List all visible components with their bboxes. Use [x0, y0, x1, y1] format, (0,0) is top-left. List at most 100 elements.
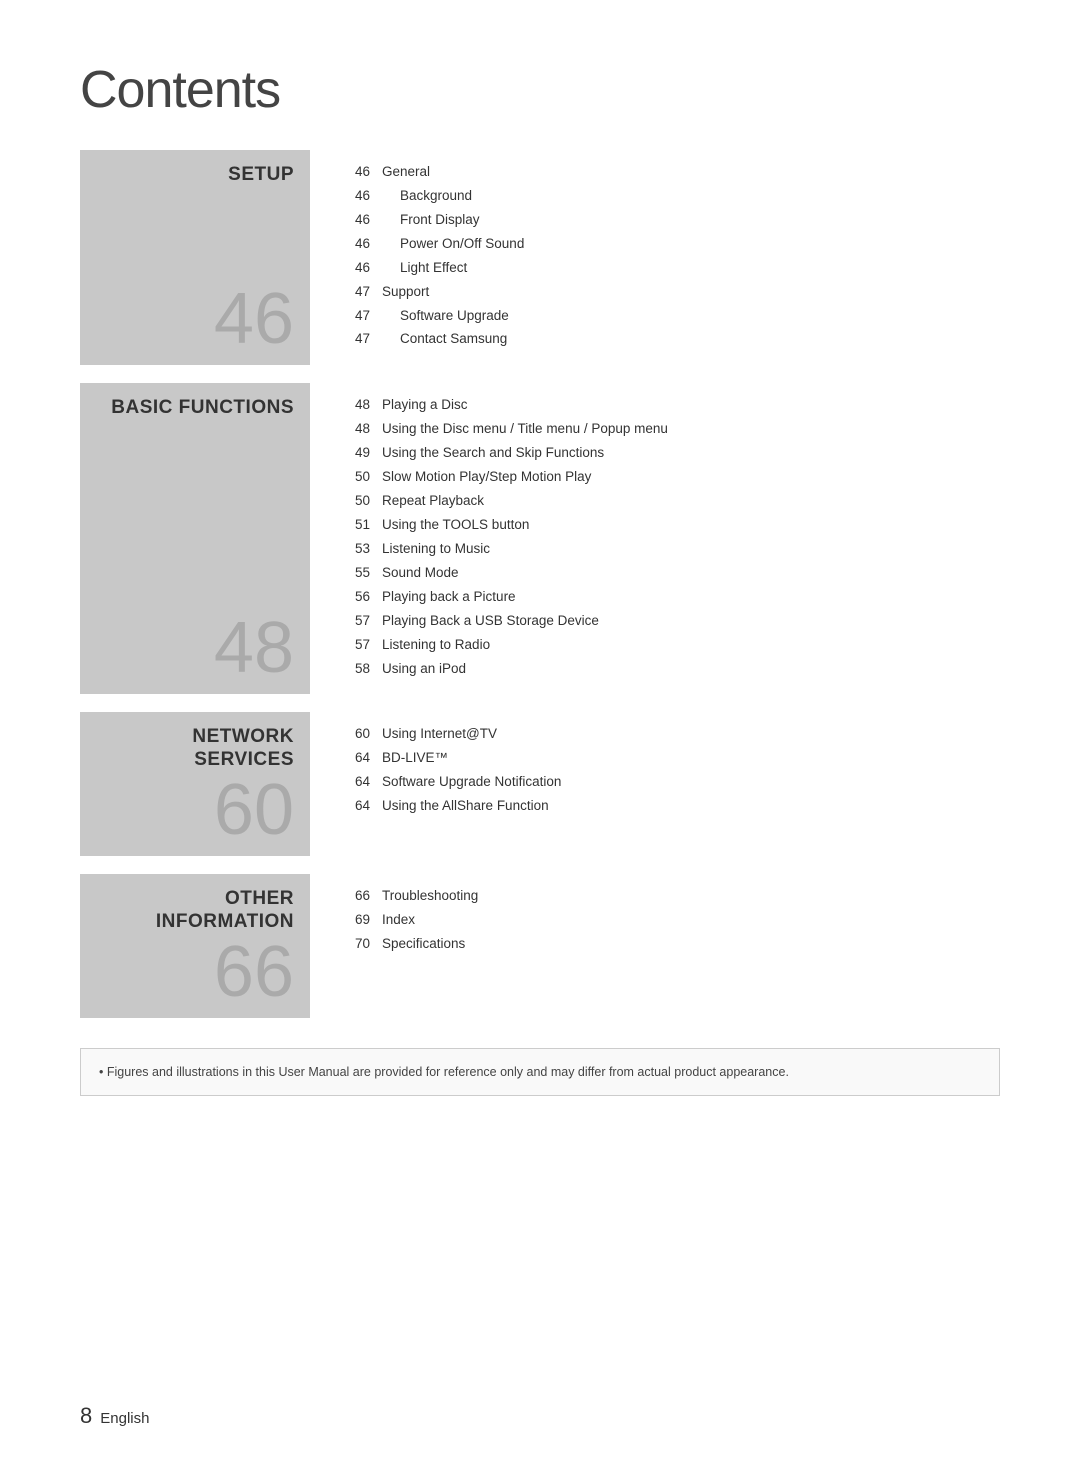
section-label-box-basic-functions: BASIC FUNCTIONS 48 [80, 383, 310, 694]
entry-text: Light Effect [382, 258, 467, 279]
entry-text: Using the Search and Skip Functions [382, 443, 604, 464]
entry-text: Power On/Off Sound [382, 234, 524, 255]
section-title-network-services: NETWORK SERVICES [90, 726, 294, 772]
entry-page-number: 57 [340, 635, 370, 656]
entry-row: 47 Support [340, 282, 1000, 303]
entry-text: Software Upgrade Notification [382, 772, 561, 793]
entry-row: 57 Listening to Radio [340, 635, 1000, 656]
page-title: Contents [80, 60, 1000, 120]
entry-row: 46 Power On/Off Sound [340, 234, 1000, 255]
entry-page-number: 46 [340, 186, 370, 207]
entry-page-number: 55 [340, 563, 370, 584]
entry-text: Using an iPod [382, 659, 466, 680]
entry-page-number: 60 [340, 724, 370, 745]
entry-text: Sound Mode [382, 563, 459, 584]
footer: 8 English [80, 1403, 149, 1429]
entry-row: 56Playing back a Picture [340, 587, 1000, 608]
footer-page-number: 8 [80, 1403, 92, 1429]
entry-text: General [382, 162, 430, 183]
entry-row: 53 Listening to Music [340, 539, 1000, 560]
section-entries-setup: 46General46Background46Front Display46Po… [310, 150, 1000, 365]
entry-row: 50 Repeat Playback [340, 491, 1000, 512]
footnote-box: • Figures and illustrations in this User… [80, 1048, 1000, 1097]
entry-page-number: 48 [340, 395, 370, 416]
entry-row: 60 Using Internet@TV [340, 724, 1000, 745]
entry-page-number: 64 [340, 772, 370, 793]
entry-page-number: 69 [340, 910, 370, 931]
entry-text: Using Internet@TV [382, 724, 497, 745]
entry-row: 57 Playing Back a USB Storage Device [340, 611, 1000, 632]
section-entries-network-services: 60 Using Internet@TV 64 BD-LIVE™ 64 Software … [310, 712, 1000, 856]
entry-row: 49 Using the Search and Skip Functions [340, 443, 1000, 464]
entry-text: Using the AllShare Function [382, 796, 549, 817]
entry-page-number: 47 [340, 282, 370, 303]
entry-page-number: 51 [340, 515, 370, 536]
entry-row: 64 BD-LIVE™ [340, 748, 1000, 769]
entry-page-number: 64 [340, 796, 370, 817]
entry-row: 66 Troubleshooting [340, 886, 1000, 907]
entry-page-number: 66 [340, 886, 370, 907]
entry-page-number: 47 [340, 329, 370, 350]
entry-text: Using the Disc menu / Title menu / Popup… [382, 419, 668, 440]
entry-text: Support [382, 282, 429, 303]
entry-page-number: 58 [340, 659, 370, 680]
entry-text: Specifications [382, 934, 465, 955]
entry-row: 48 Using the Disc menu / Title menu / Pop… [340, 419, 1000, 440]
section-title-setup: SETUP [228, 164, 294, 187]
section-label-box-other-information: OTHER INFORMATION66 [80, 874, 310, 1018]
entry-text: Contact Samsung [382, 329, 507, 350]
entry-page-number: 46 [340, 162, 370, 183]
entry-row: 70Specifications [340, 934, 1000, 955]
entry-row: 50 Slow Motion Play/Step Motion Play [340, 467, 1000, 488]
toc-section-other-information: OTHER INFORMATION6666Troubleshooting69In… [80, 874, 1000, 1018]
entry-row: 64 Using the AllShare Function [340, 796, 1000, 817]
entry-row: 69 Index [340, 910, 1000, 931]
entry-page-number: 64 [340, 748, 370, 769]
entry-page-number: 46 [340, 234, 370, 255]
entry-text: Listening to Music [382, 539, 490, 560]
entry-text: Background [382, 186, 472, 207]
entry-row: 58 Using an iPod [340, 659, 1000, 680]
entry-text: Software Upgrade [382, 306, 509, 327]
entry-row: 55 Sound Mode [340, 563, 1000, 584]
entry-text: Troubleshooting [382, 886, 478, 907]
toc-section-basic-functions: BASIC FUNCTIONS 48 48 Playing a Disc 48 Using… [80, 383, 1000, 694]
section-label-box-network-services: NETWORK SERVICES60 [80, 712, 310, 856]
entry-row: 46 Background [340, 186, 1000, 207]
entry-row: 64 Software Upgrade Notification [340, 772, 1000, 793]
toc-container: SETUP4646General46Background46Front Disp… [80, 150, 1000, 1018]
entry-row: 48 Playing a Disc [340, 395, 1000, 416]
entry-text: Index [382, 910, 415, 931]
entry-page-number: 50 [340, 467, 370, 488]
entry-text: Playing a Disc [382, 395, 468, 416]
entry-page-number: 50 [340, 491, 370, 512]
entry-page-number: 49 [340, 443, 370, 464]
entry-page-number: 46 [340, 258, 370, 279]
entry-page-number: 53 [340, 539, 370, 560]
section-entries-other-information: 66 Troubleshooting 69 Index 70Specifications [310, 874, 1000, 1018]
entry-text: Playing Back a USB Storage Device [382, 611, 599, 632]
page: Contents SETUP4646General46Background46F… [0, 0, 1080, 1176]
section-entries-basic-functions: 48 Playing a Disc 48 Using the Disc menu / … [310, 383, 1000, 694]
entry-row: 51 Using the TOOLS button [340, 515, 1000, 536]
entry-text: Repeat Playback [382, 491, 484, 512]
entry-text: BD-LIVE™ [382, 748, 448, 769]
section-title-basic-functions: BASIC FUNCTIONS [111, 397, 294, 420]
entry-text: Slow Motion Play/Step Motion Play [382, 467, 591, 488]
entry-text: Listening to Radio [382, 635, 490, 656]
entry-row: 47 Contact Samsung [340, 329, 1000, 350]
entry-row: 47 Software Upgrade [340, 306, 1000, 327]
toc-section-setup: SETUP4646General46Background46Front Disp… [80, 150, 1000, 365]
entry-page-number: 57 [340, 611, 370, 632]
entry-text: Playing back a Picture [382, 587, 516, 608]
section-number-other-information: 66 [214, 936, 294, 1008]
section-title-other-information: OTHER INFORMATION [90, 888, 294, 934]
entry-row: 46Front Display [340, 210, 1000, 231]
section-label-box-setup: SETUP46 [80, 150, 310, 365]
section-number-basic-functions: 48 [214, 612, 294, 684]
entry-row: 46 Light Effect [340, 258, 1000, 279]
entry-page-number: 46 [340, 210, 370, 231]
entry-page-number: 47 [340, 306, 370, 327]
entry-text: Using the TOOLS button [382, 515, 529, 536]
entry-page-number: 48 [340, 419, 370, 440]
